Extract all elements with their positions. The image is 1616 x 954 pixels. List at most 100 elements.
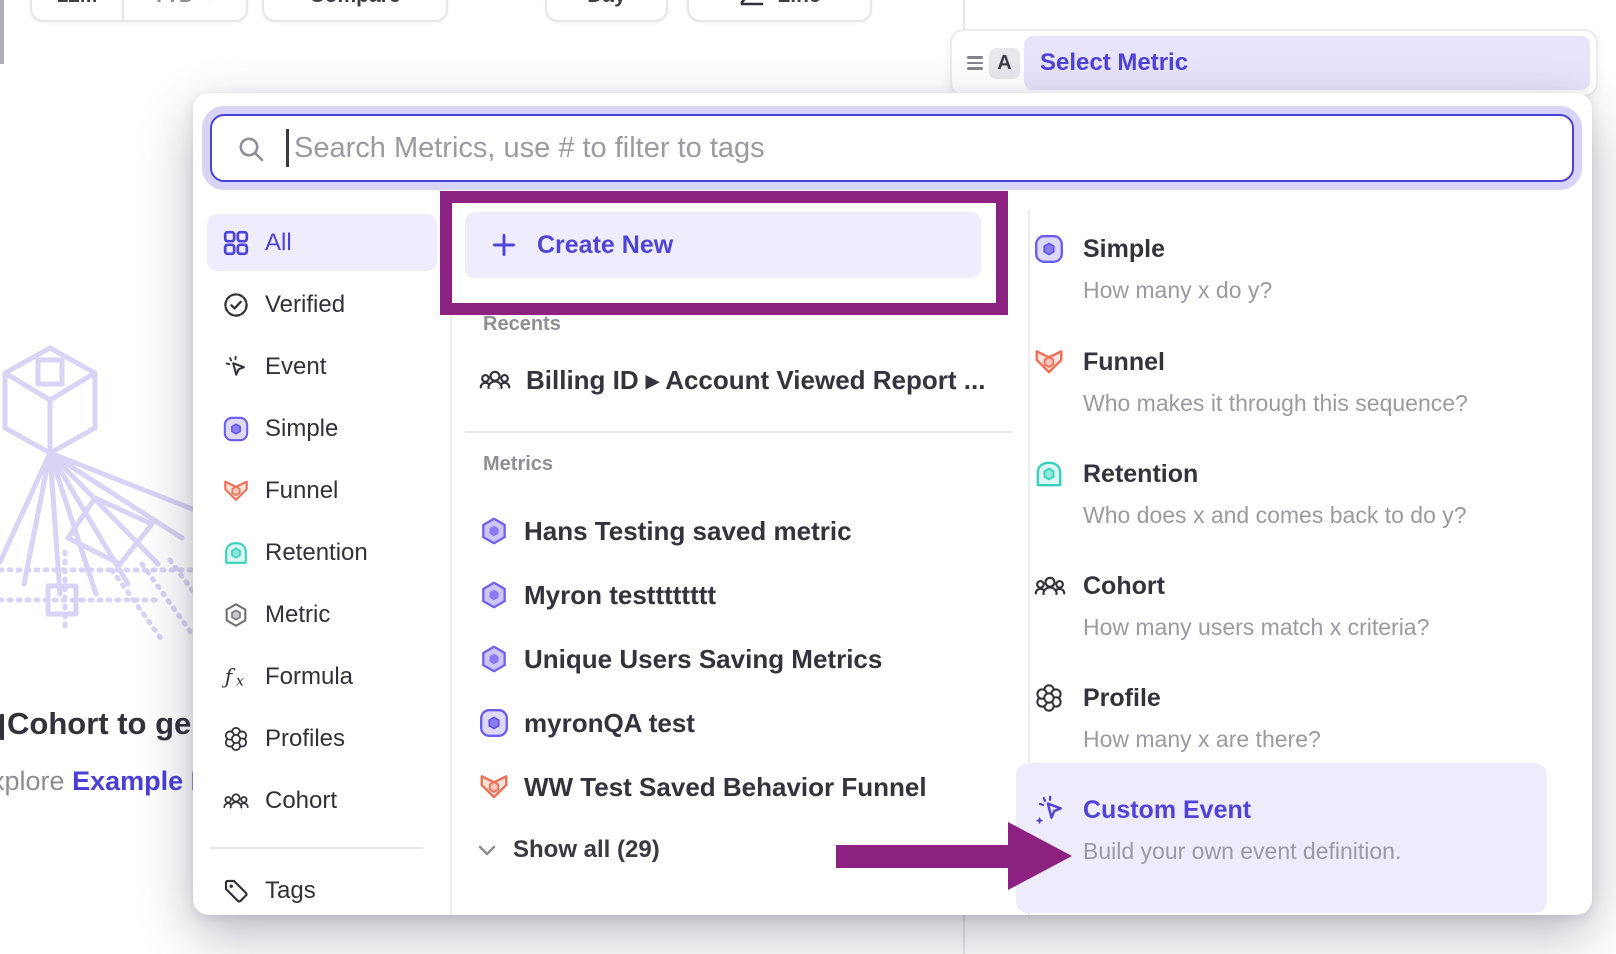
drag-handle-icon[interactable] bbox=[967, 56, 983, 70]
metric-type-profile[interactable]: Profile How many x are there? bbox=[1033, 684, 1545, 753]
sidebar-item-formula[interactable]: ƒx Formula bbox=[207, 648, 437, 705]
verified-badge-icon bbox=[222, 291, 250, 319]
sidebar-item-funnel[interactable]: Funnel bbox=[207, 462, 437, 519]
empty-state-illustration bbox=[0, 338, 195, 648]
granularity-button[interactable]: Day bbox=[545, 0, 668, 22]
sidebar-item-label: Cohort bbox=[265, 787, 337, 815]
chevron-down-icon bbox=[202, 0, 218, 1]
tag-icon bbox=[222, 877, 250, 905]
sidebar-item-label: Funnel bbox=[265, 477, 338, 505]
recent-item-label: Billing ID ▸ Account Viewed Report ... bbox=[526, 365, 985, 396]
chevron-down-icon bbox=[477, 844, 497, 857]
search-icon bbox=[236, 134, 266, 164]
series-badge: A bbox=[989, 48, 1020, 79]
sidebar-item-event[interactable]: Event bbox=[207, 338, 437, 395]
sidebar-item-retention[interactable]: Retention bbox=[207, 524, 437, 581]
metric-type-custom-event[interactable]: Custom Event Build your own event defini… bbox=[1033, 796, 1545, 865]
sidebar-item-profiles[interactable]: Profiles bbox=[207, 710, 437, 767]
sidebar-item-label: Tags bbox=[265, 877, 316, 905]
svg-text:x: x bbox=[236, 673, 244, 689]
recent-item[interactable]: Billing ID ▸ Account Viewed Report ... bbox=[478, 363, 985, 397]
list-item[interactable]: Myron testttttttt bbox=[478, 569, 927, 621]
metric-type-description: Who makes it through this sequence? bbox=[1083, 390, 1545, 417]
list-item[interactable]: WW Test Saved Behavior Funnel bbox=[478, 761, 927, 813]
svg-text:ƒ: ƒ bbox=[222, 664, 236, 688]
metric-type-simple[interactable]: Simple How many x do y? bbox=[1033, 235, 1545, 304]
event-cursor-icon bbox=[222, 353, 250, 381]
list-item[interactable]: Hans Testing saved metric bbox=[478, 505, 927, 557]
metric-type-retention[interactable]: Retention Who does x and comes back to d… bbox=[1033, 460, 1545, 529]
metric-type-title: Custom Event bbox=[1083, 796, 1545, 825]
list-item-label: WW Test Saved Behavior Funnel bbox=[524, 772, 927, 803]
metric-type-cohort[interactable]: Cohort How many users match x criteria? bbox=[1033, 572, 1545, 641]
sidebar-item-label: Event bbox=[265, 353, 326, 381]
sidebar-item-simple[interactable]: Simple bbox=[207, 400, 437, 457]
range-ytd-button[interactable]: YTD bbox=[124, 0, 246, 20]
range-ytd-label: YTD bbox=[152, 0, 194, 8]
list-item-label: Unique Users Saving Metrics bbox=[524, 644, 882, 675]
select-metric-button[interactable]: Select Metric bbox=[1024, 36, 1590, 90]
annotation-highlight-box bbox=[440, 191, 1008, 315]
saved-metrics-list: Hans Testing saved metric Myron testtttt… bbox=[478, 505, 927, 825]
simple-metric-icon bbox=[222, 415, 250, 443]
sidebar-item-label: Simple bbox=[265, 415, 338, 443]
cohort-people-icon bbox=[478, 363, 512, 397]
retention-icon bbox=[222, 539, 250, 567]
sidebar-item-metric[interactable]: Metric bbox=[207, 586, 437, 643]
list-item-label: Myron testttttttt bbox=[524, 580, 716, 611]
section-divider bbox=[465, 431, 1012, 433]
chart-type-button[interactable]: Line bbox=[687, 0, 872, 22]
formula-fx-icon: ƒx bbox=[222, 663, 250, 691]
empty-state-explore-line: xplore Example R bbox=[0, 766, 193, 797]
sidebar-item-all[interactable]: All bbox=[207, 214, 437, 271]
metric-series-card: A Select Metric bbox=[950, 29, 1598, 97]
sidebar-item-label: Metric bbox=[265, 601, 330, 629]
explore-text: xplore bbox=[0, 766, 65, 796]
text-caret bbox=[286, 129, 289, 167]
compare-label: Compare bbox=[309, 0, 400, 8]
search-input[interactable] bbox=[210, 114, 1574, 182]
simple-metric-icon bbox=[1033, 233, 1065, 265]
column-divider bbox=[450, 210, 452, 915]
simple-metric-icon bbox=[478, 707, 510, 739]
funnel-icon bbox=[222, 477, 250, 505]
metric-type-funnel[interactable]: Funnel Who makes it through this sequenc… bbox=[1033, 348, 1545, 417]
metrics-heading: Metrics bbox=[483, 453, 553, 476]
example-reports-link[interactable]: Example R bbox=[72, 766, 193, 796]
select-metric-label: Select Metric bbox=[1040, 49, 1188, 77]
list-item-label: Hans Testing saved metric bbox=[524, 516, 852, 547]
show-all-button[interactable]: Show all (29) bbox=[477, 836, 660, 864]
metric-type-title: Cohort bbox=[1083, 572, 1545, 601]
metric-type-description: How many users match x criteria? bbox=[1083, 614, 1545, 641]
line-chart-icon bbox=[738, 0, 766, 10]
sidebar-item-cohort[interactable]: Cohort bbox=[207, 772, 437, 829]
metric-type-title: Simple bbox=[1083, 235, 1545, 264]
list-item-label: myronQA test bbox=[524, 708, 695, 739]
page-left-edge bbox=[0, 0, 4, 64]
empty-state-headline: Cohort to ge bbox=[7, 706, 191, 742]
annotation-arrow bbox=[836, 845, 1016, 868]
cohort-people-icon bbox=[222, 787, 250, 815]
compare-button[interactable]: Compare bbox=[262, 0, 448, 22]
list-item[interactable]: myronQA test bbox=[478, 697, 927, 749]
metric-type-title: Profile bbox=[1083, 684, 1545, 713]
list-item[interactable]: Unique Users Saving Metrics bbox=[478, 633, 927, 685]
funnel-icon bbox=[478, 771, 510, 803]
sidebar-item-verified[interactable]: Verified bbox=[207, 276, 437, 333]
metric-type-description: How many x are there? bbox=[1083, 726, 1545, 753]
date-range-control[interactable]: 12M YTD bbox=[30, 0, 248, 22]
metric-type-title: Funnel bbox=[1083, 348, 1545, 377]
sidebar-divider bbox=[210, 847, 423, 849]
cohort-people-icon bbox=[1033, 570, 1067, 602]
funnel-icon bbox=[1033, 346, 1065, 378]
metric-hexagon-icon bbox=[478, 579, 510, 611]
range-12m-button[interactable]: 12M bbox=[32, 0, 124, 20]
sidebar-item-label: All bbox=[265, 229, 292, 257]
granularity-label: Day bbox=[587, 0, 626, 8]
metric-type-description: Build your own event definition. bbox=[1083, 838, 1545, 865]
sidebar-item-label: Retention bbox=[265, 539, 368, 567]
search-field-wrap bbox=[210, 114, 1574, 182]
metric-hexagon-icon bbox=[222, 601, 250, 629]
metric-picker-screen: 12M YTD Compare Day Line A Select Metric bbox=[0, 0, 1616, 954]
sidebar-item-tags[interactable]: Tags bbox=[207, 863, 437, 916]
